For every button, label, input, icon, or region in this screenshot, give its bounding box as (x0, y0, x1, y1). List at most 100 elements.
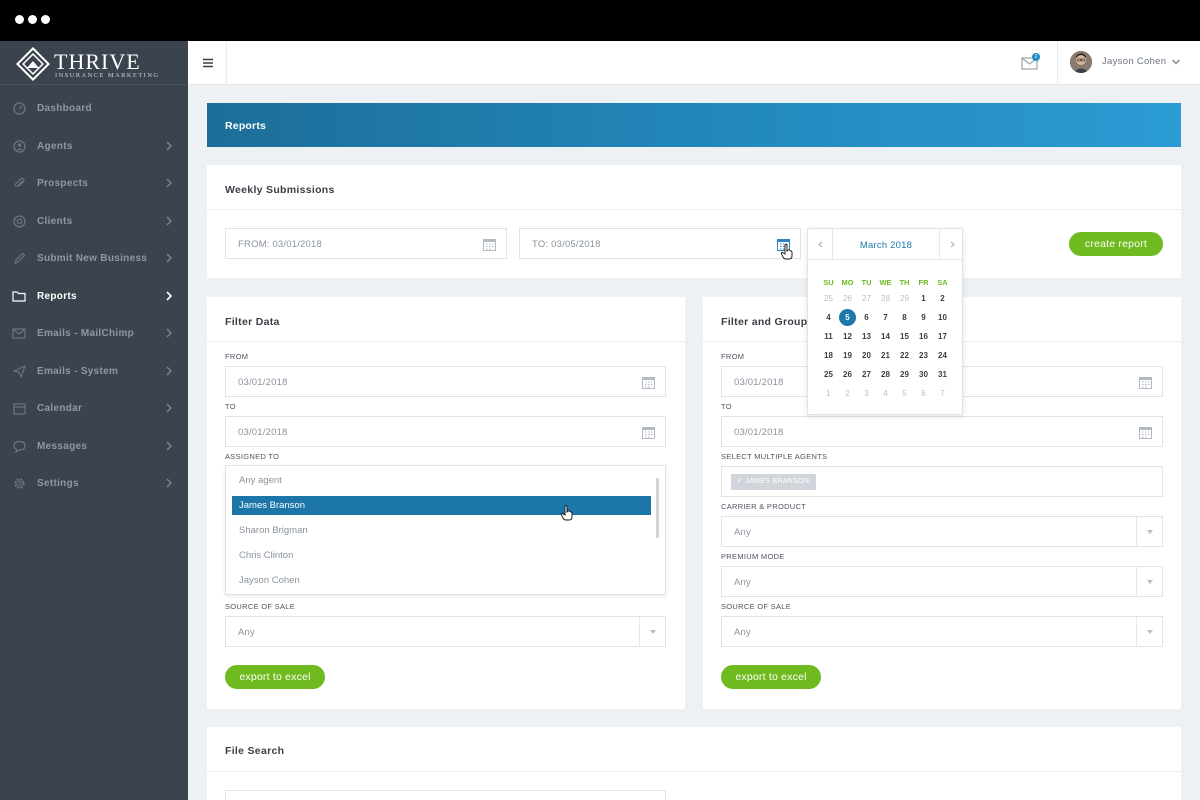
filter-to-field[interactable]: 03/01/2018 (225, 416, 666, 447)
export-to-excel-button[interactable]: export to excel (225, 665, 325, 689)
calendar-day-selected[interactable]: 5 (838, 309, 857, 326)
chevron-right-icon (166, 141, 172, 150)
sidebar-item-label: Reports (37, 290, 77, 302)
source-of-sale-select[interactable]: Any (225, 616, 666, 647)
chevron-right-icon (166, 441, 172, 450)
calendar-day[interactable]: 9 (914, 310, 933, 326)
sidebar-item-clients[interactable]: Clients (0, 203, 188, 241)
calendar-day[interactable]: 23 (914, 348, 933, 364)
user-name[interactable]: Jayson Cohen (1102, 56, 1166, 67)
dropdown-option[interactable]: Any agent (232, 471, 651, 490)
calendar-day[interactable]: 29 (895, 367, 914, 383)
calendar-day[interactable]: 16 (914, 329, 933, 345)
calendar-day[interactable]: 3 (857, 386, 876, 402)
filter-from-field[interactable]: 03/01/2018 (225, 366, 666, 397)
chip-remove-icon[interactable]: × (737, 478, 741, 485)
sidebar-item-submit-new-business[interactable]: Submit New Business (0, 240, 188, 278)
calendar-day[interactable]: 11 (819, 329, 838, 345)
file-search-card: File Search (207, 727, 1181, 800)
calendar-day[interactable]: 17 (933, 329, 952, 345)
datepicker-month-label[interactable]: March 2018 (833, 240, 939, 251)
group-to-field[interactable]: 03/01/2018 (721, 416, 1163, 447)
calendar-day[interactable]: 29 (895, 291, 914, 307)
sidebar-item-dashboard[interactable]: Dashboard (0, 90, 188, 128)
dropdown-option-selected[interactable]: James Branson (232, 496, 651, 515)
calendar-day[interactable]: 28 (876, 367, 895, 383)
file-search-input[interactable] (225, 790, 666, 800)
calendar-day[interactable]: 21 (876, 348, 895, 364)
calendar-day[interactable]: 24 (933, 348, 952, 364)
next-month-button[interactable] (939, 229, 964, 260)
chevron-down-icon[interactable] (1171, 58, 1181, 66)
calendar-icon[interactable] (642, 426, 655, 439)
calendar-day[interactable]: 25 (819, 367, 838, 383)
calendar-icon[interactable] (642, 376, 655, 389)
weekly-from-field[interactable]: FROM: 03/01/2018 (225, 228, 507, 259)
calendar-day[interactable]: 1 (914, 291, 933, 307)
calendar-day[interactable]: 26 (838, 291, 857, 307)
calendar-day[interactable]: 7 (876, 310, 895, 326)
calendar-day[interactable]: 8 (895, 310, 914, 326)
calendar-day[interactable]: 30 (914, 367, 933, 383)
caret-down-icon (1147, 580, 1153, 584)
sidebar-item-emails-mailchimp[interactable]: Emails - MailChimp (0, 315, 188, 353)
calendar-day[interactable]: 2 (933, 291, 952, 307)
calendar-day[interactable]: 18 (819, 348, 838, 364)
filter-from-value: 03/01/2018 (238, 377, 288, 388)
calendar-day[interactable]: 26 (838, 367, 857, 383)
dropdown-option[interactable]: Sharon Brigman (232, 521, 651, 540)
calendar-day[interactable]: 14 (876, 329, 895, 345)
premium-mode-select[interactable]: Any (721, 566, 1163, 597)
sidebar-item-messages[interactable]: Messages (0, 428, 188, 466)
calendar-day[interactable]: 7 (933, 386, 952, 402)
avatar[interactable] (1070, 51, 1092, 73)
calendar-day[interactable]: 27 (857, 291, 876, 307)
sidebar-item-agents[interactable]: Agents (0, 128, 188, 166)
sidebar-item-settings[interactable]: Settings (0, 465, 188, 503)
sidebar-item-calendar[interactable]: Calendar (0, 390, 188, 428)
weekly-to-field[interactable]: TO: 03/05/2018 (519, 228, 801, 259)
assigned-to-dropdown[interactable]: Any agent James Branson Sharon Brigman C… (225, 465, 666, 595)
group-export-to-excel-button[interactable]: export to excel (721, 665, 821, 689)
calendar-icon[interactable] (1139, 376, 1152, 389)
filter-to-value: 03/01/2018 (238, 427, 288, 438)
gear-icon (12, 477, 26, 491)
calendar-day[interactable]: 6 (857, 310, 876, 326)
agent-chip[interactable]: × JAMES BRANSON (731, 474, 817, 490)
calendar-day[interactable]: 2 (838, 386, 857, 402)
group-source-select[interactable]: Any (721, 616, 1163, 647)
calendar-day[interactable]: 20 (857, 348, 876, 364)
hamburger-menu-icon[interactable] (202, 57, 214, 69)
calendar-day[interactable]: 13 (857, 329, 876, 345)
calendar-icon[interactable] (1139, 426, 1152, 439)
prev-month-button[interactable] (808, 229, 833, 260)
calendar-day[interactable]: 5 (895, 386, 914, 402)
calendar-day[interactable]: 25 (819, 291, 838, 307)
brand-logo[interactable]: THRIVE INSURANCE MARKETING (0, 41, 188, 85)
calendar-day[interactable]: 15 (895, 329, 914, 345)
sidebar-item-reports[interactable]: Reports (0, 278, 188, 316)
paperclip-icon (12, 177, 26, 191)
calendar-day[interactable]: 4 (819, 310, 838, 326)
carrier-product-select[interactable]: Any (721, 516, 1163, 547)
sidebar-item-emails-system[interactable]: Emails - System (0, 353, 188, 391)
calendar-day[interactable]: 22 (895, 348, 914, 364)
calendar-day[interactable]: 6 (914, 386, 933, 402)
dropdown-scrollbar[interactable] (656, 478, 659, 538)
weekly-to-value: TO: 03/05/2018 (532, 239, 601, 250)
calendar-day[interactable]: 4 (876, 386, 895, 402)
calendar-day[interactable]: 31 (933, 367, 952, 383)
create-report-button[interactable]: create report (1069, 232, 1163, 256)
calendar-day[interactable]: 28 (876, 291, 895, 307)
sidebar-item-prospects[interactable]: Prospects (0, 165, 188, 203)
topbar-divider (226, 41, 227, 85)
calendar-icon[interactable] (483, 238, 496, 251)
calendar-day[interactable]: 27 (857, 367, 876, 383)
calendar-day[interactable]: 19 (838, 348, 857, 364)
calendar-day[interactable]: 10 (933, 310, 952, 326)
calendar-day[interactable]: 12 (838, 329, 857, 345)
select-agents-field[interactable]: × JAMES BRANSON (721, 466, 1163, 497)
dropdown-option[interactable]: Jayson Cohen (232, 571, 651, 590)
dropdown-option[interactable]: Chris Clinton (232, 546, 651, 565)
calendar-day[interactable]: 1 (819, 386, 838, 402)
